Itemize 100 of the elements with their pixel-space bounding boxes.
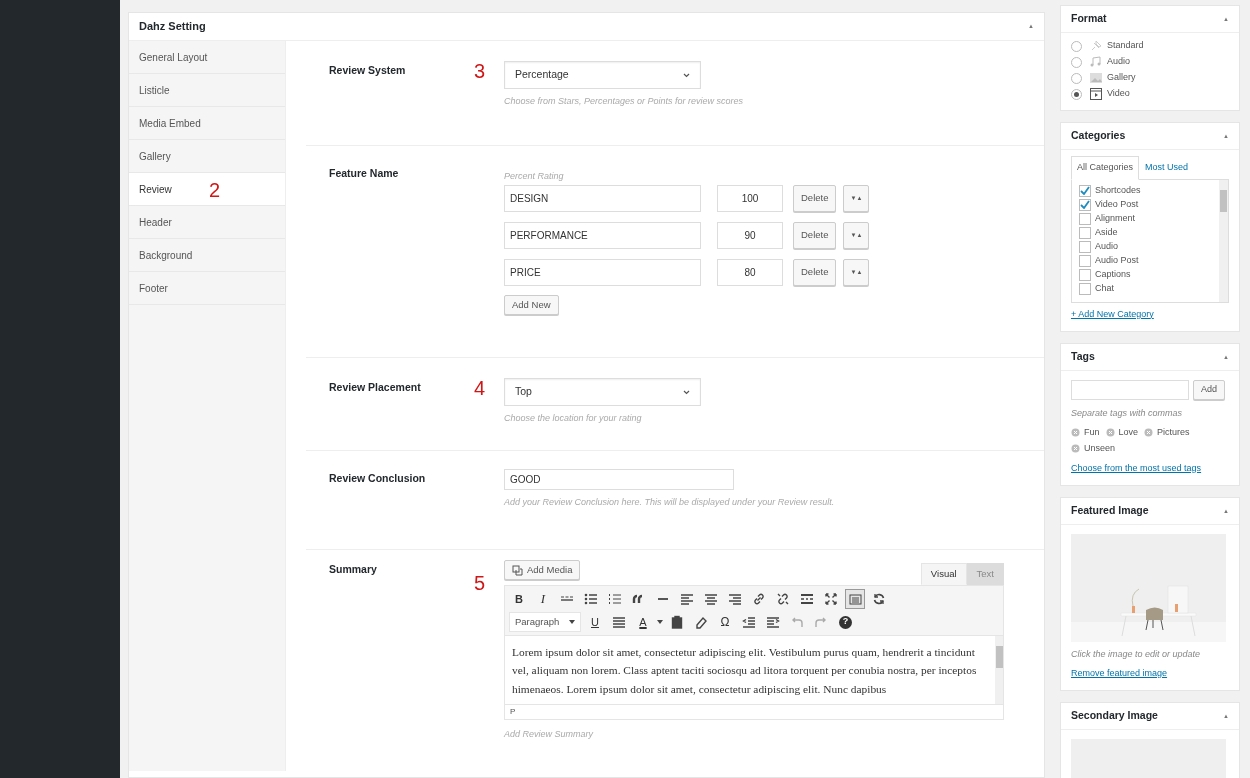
italic-button[interactable]: I xyxy=(533,589,553,610)
undo-icon[interactable] xyxy=(790,615,804,630)
checkbox[interactable] xyxy=(1079,254,1091,267)
radio-button[interactable] xyxy=(1071,72,1082,84)
annotation-number: 3 xyxy=(474,60,486,82)
refresh-icon[interactable] xyxy=(872,592,886,607)
category-tab[interactable]: All Categories xyxy=(1071,156,1140,180)
remove-tag-icon[interactable] xyxy=(1071,427,1080,437)
category-label: Alignment xyxy=(1095,211,1136,225)
settings-tab[interactable]: Listicle xyxy=(129,74,285,106)
add-new-button[interactable]: Add New xyxy=(504,295,559,316)
field-label: Summary xyxy=(329,562,378,578)
hint-text: Separate tags with commas xyxy=(1071,407,1184,420)
indent-icon[interactable] xyxy=(766,615,780,630)
numbered-list-icon[interactable] xyxy=(608,592,622,607)
help-button[interactable]: ? xyxy=(839,615,852,629)
score-field[interactable]: 80 xyxy=(717,259,783,286)
checkbox[interactable] xyxy=(1079,240,1091,253)
checkbox[interactable] xyxy=(1079,268,1091,281)
redo-icon[interactable] xyxy=(814,615,828,630)
delete-button[interactable]: Delete xyxy=(793,259,837,286)
field-label: Review System xyxy=(329,63,407,78)
chevron-down-icon xyxy=(683,389,690,395)
settings-tab[interactable]: General Layout xyxy=(129,41,285,73)
bullet-list-icon[interactable] xyxy=(584,592,598,607)
score-field[interactable]: 90 xyxy=(717,222,783,249)
help-text: Choose from Stars, Percentages or Points for review scores xyxy=(504,95,744,108)
annotation-number: 4 xyxy=(474,377,486,400)
music-note-icon xyxy=(1089,55,1103,69)
remove-tag-icon[interactable] xyxy=(1105,427,1115,437)
radio-button[interactable] xyxy=(1071,56,1082,68)
element-path: P xyxy=(510,705,516,718)
eraser-icon[interactable] xyxy=(694,615,708,630)
checkbox[interactable] xyxy=(1079,212,1091,225)
column-caption: Percent Rating xyxy=(504,169,565,183)
text-color-button[interactable]: A xyxy=(633,612,653,633)
most-used-tags-link[interactable]: Choose from the most used tags xyxy=(1071,461,1202,475)
bold-button[interactable]: B xyxy=(509,589,529,610)
annotation-number: 2 xyxy=(209,180,221,200)
video-icon xyxy=(1089,87,1103,101)
settings-tab[interactable]: Background xyxy=(129,239,285,271)
chevron-down-icon xyxy=(683,72,690,78)
feature-name-field[interactable]: PRICE xyxy=(504,259,701,286)
settings-tab[interactable]: Media Embed xyxy=(129,107,285,139)
format-dropdown[interactable]: Paragraph xyxy=(509,612,581,633)
align-right-icon[interactable] xyxy=(728,592,742,607)
remove-tag-icon[interactable] xyxy=(1071,444,1080,454)
scrollbar[interactable] xyxy=(995,636,1004,705)
category-label: Aside xyxy=(1095,225,1118,239)
tag-label: Fun xyxy=(1084,425,1100,439)
scrollbar[interactable] xyxy=(1219,179,1228,302)
field-label: Feature Name xyxy=(329,165,400,181)
category-label: Audio Post xyxy=(1095,253,1139,267)
field-label: Review Conclusion xyxy=(329,470,427,486)
feature-name-field[interactable]: DESIGN xyxy=(504,185,701,212)
checkbox[interactable] xyxy=(1079,198,1091,211)
delete-button[interactable]: Delete xyxy=(793,185,837,212)
add-category-link[interactable]: + Add New Category xyxy=(1071,307,1154,321)
box-title: Categories xyxy=(1071,128,1126,144)
fullscreen-icon[interactable] xyxy=(824,592,838,607)
justify-icon[interactable] xyxy=(612,615,626,630)
align-left-icon[interactable] xyxy=(680,592,694,607)
select-dropdown[interactable]: Top xyxy=(504,378,701,407)
checkbox[interactable] xyxy=(1079,184,1091,197)
score-field[interactable]: 100 xyxy=(717,185,783,212)
editor-tab[interactable]: Visual xyxy=(920,562,967,586)
special-character-button[interactable]: Ω xyxy=(715,612,735,633)
radio-button[interactable] xyxy=(1071,88,1082,100)
add-tag-button[interactable]: Add xyxy=(1193,380,1225,400)
settings-tab[interactable]: Footer xyxy=(129,272,285,304)
remove-image-link[interactable]: Remove featured image xyxy=(1071,666,1168,680)
editor-text: Lorem ipsum dolor sit amet, consectetur adipiscing elit. Vestibulum purus quam, hendrerit a tincidunt vel, aliquam non lorem. Class aptent taciti sociosqu ad litora torquent per conubia nostra, per inceptos himenaeos. Lorem ipsum dolor sit amet, consectetur adipiscing elit. Nunc dapibus xyxy=(512,645,978,697)
add-media-button[interactable]: Add Media xyxy=(504,560,581,581)
box-title: Format xyxy=(1071,11,1107,27)
remove-tag-icon[interactable] xyxy=(1144,427,1154,437)
option-label: Gallery xyxy=(1107,71,1136,85)
panel-title: Dahz Setting xyxy=(139,19,206,35)
checkbox[interactable] xyxy=(1079,282,1091,295)
align-center-icon[interactable] xyxy=(704,592,718,607)
settings-tab[interactable]: Header xyxy=(129,206,285,238)
outdent-icon[interactable] xyxy=(742,615,756,630)
unlink-icon[interactable] xyxy=(776,592,790,607)
select-dropdown[interactable]: Percentage xyxy=(504,61,701,89)
text-field[interactable]: GOOD xyxy=(504,468,734,490)
box-title: Featured Image xyxy=(1071,503,1149,519)
underline-button[interactable]: U xyxy=(585,612,605,633)
link-icon[interactable] xyxy=(752,592,766,607)
checkbox[interactable] xyxy=(1079,226,1091,239)
tag-field[interactable] xyxy=(1071,380,1189,400)
clipboard-icon[interactable] xyxy=(670,615,684,630)
keyboard-icon xyxy=(848,593,862,605)
read-more-icon[interactable] xyxy=(800,592,814,607)
category-tab[interactable]: Most Used xyxy=(1139,156,1195,180)
settings-tab[interactable]: Gallery xyxy=(129,140,285,172)
delete-button[interactable]: Delete xyxy=(793,222,837,249)
category-label: Shortcodes xyxy=(1095,183,1141,197)
toolbar-toggle-button[interactable] xyxy=(845,589,865,610)
radio-button[interactable] xyxy=(1071,40,1082,52)
feature-name-field[interactable]: PERFORMANCE xyxy=(504,222,701,249)
box-title: Tags xyxy=(1071,349,1095,365)
